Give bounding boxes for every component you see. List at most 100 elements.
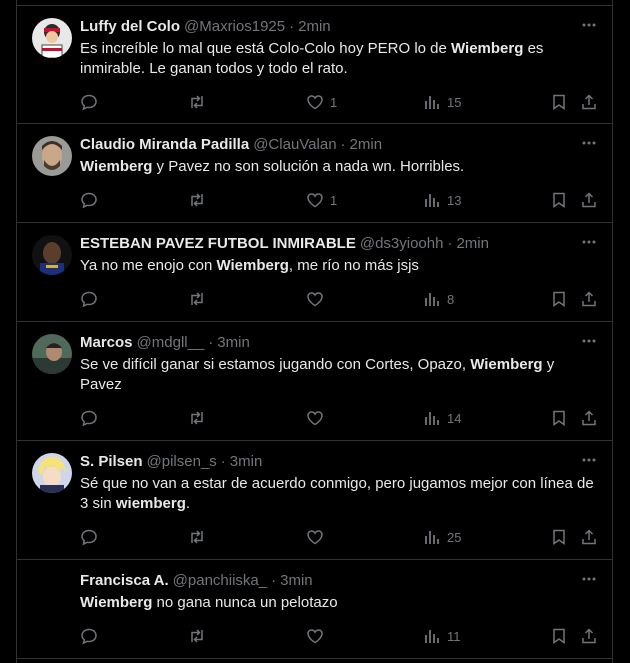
avatar[interactable] bbox=[32, 572, 72, 612]
user-handle[interactable]: @pilsen_s bbox=[147, 453, 217, 470]
reply-icon bbox=[81, 192, 97, 209]
share-button[interactable] bbox=[580, 527, 598, 547]
reply-icon bbox=[81, 410, 97, 427]
retweet-button[interactable] bbox=[188, 626, 206, 646]
tweet[interactable]: Marcos @mdgll__ · 3min Se ve difícil ganar … bbox=[17, 322, 612, 441]
timestamp[interactable]: 3min bbox=[230, 453, 263, 470]
bookmark-icon bbox=[553, 529, 565, 545]
reply-button[interactable] bbox=[80, 626, 98, 646]
more-icon[interactable] bbox=[580, 570, 598, 588]
reply-button[interactable] bbox=[80, 92, 98, 112]
reply-button[interactable] bbox=[80, 527, 98, 547]
reply-button[interactable] bbox=[80, 190, 98, 210]
action-bar: 14 bbox=[80, 408, 601, 428]
retweet-button[interactable] bbox=[188, 408, 206, 428]
user-handle[interactable]: @panchiiska_ bbox=[173, 572, 267, 589]
display-name[interactable]: Luffy del Colo bbox=[80, 18, 180, 35]
views-button[interactable]: 15 bbox=[423, 92, 461, 112]
retweet-icon bbox=[191, 292, 203, 306]
views-count: 15 bbox=[447, 94, 462, 110]
timestamp[interactable]: 2min bbox=[456, 235, 489, 252]
share-button[interactable] bbox=[580, 626, 598, 646]
display-name[interactable]: S. Pilsen bbox=[80, 453, 143, 470]
views-button[interactable]: 8 bbox=[423, 289, 454, 309]
like-button[interactable] bbox=[306, 626, 330, 646]
bookmark-icon bbox=[553, 628, 565, 644]
retweet-icon bbox=[191, 411, 203, 425]
share-button[interactable] bbox=[580, 289, 598, 309]
like-button[interactable]: 1 bbox=[306, 190, 337, 210]
separator-dot: · bbox=[340, 136, 346, 153]
retweet-button[interactable] bbox=[188, 92, 206, 112]
like-button[interactable] bbox=[306, 408, 330, 428]
views-button[interactable]: 25 bbox=[423, 527, 461, 547]
reply-icon bbox=[81, 529, 97, 546]
timestamp[interactable]: 2min bbox=[350, 136, 383, 153]
action-bar: 1 13 bbox=[80, 190, 601, 210]
timestamp[interactable]: 3min bbox=[280, 572, 313, 589]
retweet-button[interactable] bbox=[188, 190, 206, 210]
avatar[interactable] bbox=[32, 18, 72, 58]
views-count: 14 bbox=[447, 410, 462, 426]
share-button[interactable] bbox=[580, 92, 598, 112]
action-bar: 25 bbox=[80, 527, 601, 547]
separator-dot: · bbox=[220, 453, 226, 470]
user-handle[interactable]: @Maxrios1925 bbox=[184, 18, 285, 35]
share-icon bbox=[582, 94, 596, 110]
more-icon[interactable] bbox=[580, 134, 598, 152]
share-button[interactable] bbox=[580, 408, 598, 428]
tweet[interactable]: Francisca A. @panchiiska_ · 3min Wiemberg n… bbox=[17, 560, 612, 659]
separator-dot: · bbox=[208, 334, 214, 351]
timestamp[interactable]: 2min bbox=[298, 18, 331, 35]
like-button[interactable] bbox=[306, 289, 330, 309]
like-button[interactable] bbox=[306, 527, 330, 547]
user-handle[interactable]: @mdgll__ bbox=[137, 334, 205, 351]
bookmark-button[interactable] bbox=[550, 190, 568, 210]
reply-button[interactable] bbox=[80, 408, 98, 428]
tweet-text: Se ve difícil ganar si estamos jugando c… bbox=[80, 356, 555, 393]
reply-icon bbox=[81, 94, 97, 111]
like-icon bbox=[307, 292, 323, 307]
like-icon bbox=[307, 193, 323, 208]
avatar[interactable] bbox=[32, 334, 72, 374]
retweet-button[interactable] bbox=[188, 527, 206, 547]
retweet-button[interactable] bbox=[188, 289, 206, 309]
user-handle[interactable]: @ds3yioohh bbox=[360, 235, 444, 252]
views-button[interactable]: 11 bbox=[423, 626, 461, 646]
separator-dot: · bbox=[289, 18, 295, 35]
like-button[interactable]: 1 bbox=[306, 92, 337, 112]
bookmark-button[interactable] bbox=[550, 289, 568, 309]
views-icon bbox=[425, 293, 439, 306]
tweet[interactable]: S. Pilsen @pilsen_s · 3min Sé que no van a … bbox=[17, 441, 612, 560]
reply-button[interactable] bbox=[80, 289, 98, 309]
like-count: 1 bbox=[330, 94, 338, 110]
like-icon bbox=[307, 411, 323, 426]
more-icon[interactable] bbox=[580, 332, 598, 350]
timestamp[interactable]: 3min bbox=[217, 334, 250, 351]
views-button[interactable]: 14 bbox=[423, 408, 461, 428]
action-bar: 1 15 bbox=[80, 92, 601, 112]
avatar[interactable] bbox=[32, 453, 72, 493]
views-button[interactable]: 13 bbox=[423, 190, 461, 210]
avatar[interactable] bbox=[32, 235, 72, 275]
retweet-icon bbox=[191, 629, 203, 643]
more-icon[interactable] bbox=[580, 16, 598, 34]
display-name[interactable]: Francisca A. bbox=[80, 572, 169, 589]
bookmark-button[interactable] bbox=[550, 527, 568, 547]
bookmark-button[interactable] bbox=[550, 92, 568, 112]
bookmark-button[interactable] bbox=[550, 408, 568, 428]
action-bar: 11 bbox=[80, 626, 601, 646]
tweet[interactable]: Claudio Miranda Padilla @ClauValan · 2min W… bbox=[17, 124, 612, 223]
more-icon[interactable] bbox=[580, 451, 598, 469]
tweet[interactable]: ESTEBAN PAVEZ FUTBOL INMIRABLE @ds3yioohh… bbox=[17, 223, 612, 322]
share-button[interactable] bbox=[580, 190, 598, 210]
display-name[interactable]: Claudio Miranda Padilla bbox=[80, 136, 249, 153]
more-icon[interactable] bbox=[580, 233, 598, 251]
display-name[interactable]: Marcos bbox=[80, 334, 133, 351]
bookmark-button[interactable] bbox=[550, 626, 568, 646]
avatar[interactable] bbox=[32, 136, 72, 176]
tweet[interactable]: Luffy del Colo @Maxrios1925 · 2min Es incre… bbox=[17, 6, 612, 124]
display-name[interactable]: ESTEBAN PAVEZ FUTBOL INMIRABLE bbox=[80, 235, 356, 252]
action-bar: 8 bbox=[80, 289, 601, 309]
user-handle[interactable]: @ClauValan bbox=[253, 136, 336, 153]
